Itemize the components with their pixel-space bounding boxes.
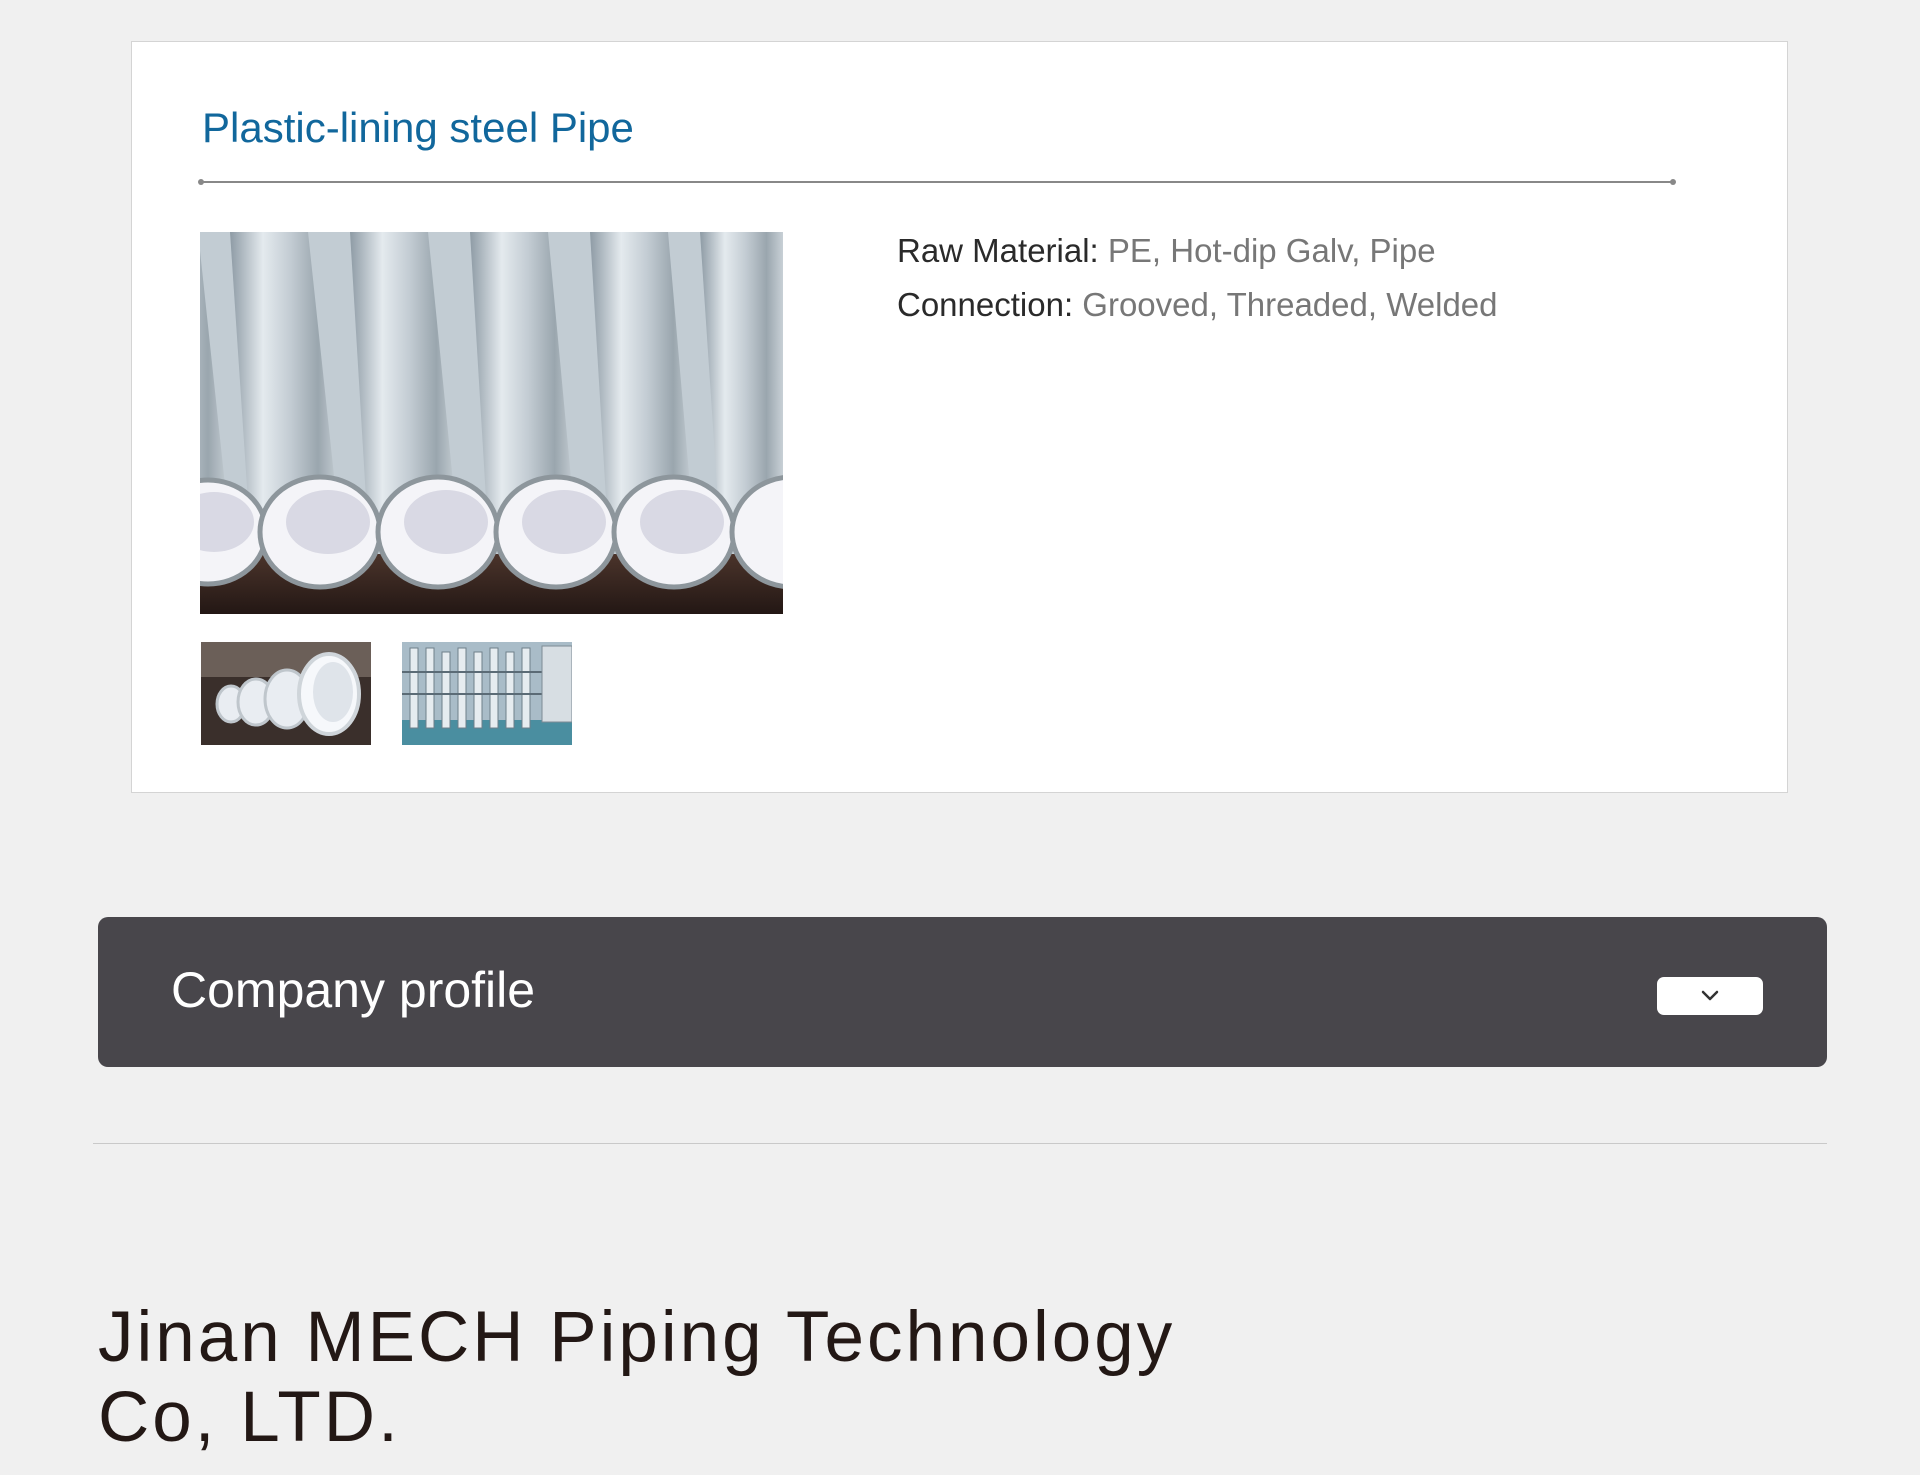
spec-label: Raw Material: (897, 232, 1099, 269)
spec-raw-material: Raw Material: PE, Hot-dip Galv, Pipe (897, 224, 1498, 278)
product-card: Plastic-lining steel Pipe Raw Material: … (131, 41, 1788, 793)
thumbnail-image (201, 642, 371, 745)
product-title: Plastic-lining steel Pipe (202, 104, 634, 151)
spec-value: PE, Hot-dip Galv, Pipe (1098, 232, 1436, 269)
thumbnail-installation[interactable] (402, 642, 572, 745)
company-profile-accordion[interactable]: Company profile (98, 917, 1827, 1067)
spec-connection: Connection: Grooved, Threaded, Welded (897, 278, 1498, 332)
company-profile-toggle-button[interactable] (1657, 977, 1763, 1015)
company-name-line-1: Jinan MECH Piping Technology (98, 1298, 1176, 1377)
company-name-line-2: Co, LTD. (98, 1378, 401, 1457)
section-divider (93, 1143, 1827, 1144)
spec-value: Grooved, Threaded, Welded (1073, 286, 1498, 323)
thumbnail-cross-section[interactable] (201, 642, 371, 745)
company-profile-title: Company profile (171, 962, 536, 1018)
thumbnail-image (402, 642, 572, 745)
main-product-image (200, 232, 783, 614)
company-name: Jinan MECH Piping Technology Co, LTD. (98, 1298, 1398, 1458)
chevron-down-icon (1701, 990, 1719, 1001)
product-specs: Raw Material: PE, Hot-dip Galv, Pipe Con… (897, 224, 1498, 332)
title-divider (198, 179, 1676, 185)
pipes-illustration (200, 232, 783, 614)
spec-label: Connection: (897, 286, 1074, 323)
